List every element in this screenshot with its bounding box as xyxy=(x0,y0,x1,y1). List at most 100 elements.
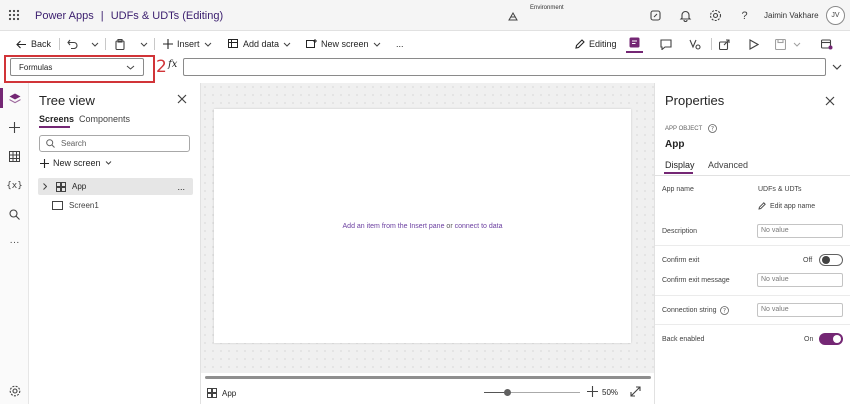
editing-mode-button[interactable]: Editing xyxy=(575,36,617,52)
share-icon[interactable] xyxy=(719,36,730,52)
save-icon[interactable] xyxy=(775,36,786,52)
arrow-left-icon xyxy=(16,40,27,49)
copilot-icon[interactable] xyxy=(649,9,662,22)
zoom-in-icon[interactable] xyxy=(587,386,598,397)
divider xyxy=(154,38,155,50)
tree-view-icon[interactable] xyxy=(8,92,21,105)
fit-to-window-icon[interactable] xyxy=(630,386,641,397)
confirm-exit-message-input[interactable]: No value xyxy=(757,273,843,287)
notifications-icon[interactable] xyxy=(679,9,692,22)
divider xyxy=(59,38,60,50)
publish-icon[interactable] xyxy=(821,36,833,52)
top-bar: Power Apps | UDFs & UDTs (Editing) Envir… xyxy=(0,0,850,31)
pencil-icon xyxy=(758,202,766,210)
chevron-down-icon xyxy=(283,42,291,47)
description-input[interactable]: No value xyxy=(757,224,843,238)
chevron-right-icon[interactable] xyxy=(42,183,48,190)
tree-item-label: Screen1 xyxy=(69,201,99,210)
tree-item-label: App xyxy=(72,182,87,191)
divider xyxy=(711,38,712,50)
new-screen-icon xyxy=(306,39,317,49)
product-name[interactable]: Power Apps xyxy=(35,10,94,22)
tab-advanced[interactable]: Advanced xyxy=(708,160,748,170)
divider xyxy=(655,295,850,296)
app-checker-icon[interactable] xyxy=(689,36,701,52)
more-options-button[interactable]: ... xyxy=(177,182,185,192)
chevron-down-icon[interactable] xyxy=(91,36,99,52)
play-icon[interactable] xyxy=(749,36,759,52)
chevron-down-icon[interactable] xyxy=(140,36,148,52)
user-name[interactable]: Jaimin Vakhare xyxy=(764,11,819,20)
environment-icon[interactable] xyxy=(508,11,518,21)
search-icon[interactable] xyxy=(8,208,21,221)
confirm-exit-toggle[interactable] xyxy=(819,254,843,266)
help-icon[interactable]: ? xyxy=(720,306,730,315)
more-commands-button[interactable]: ... xyxy=(396,36,404,52)
add-data-button[interactable]: Add data xyxy=(228,36,291,52)
edit-app-name-button[interactable]: Edit app name xyxy=(758,202,815,210)
formula-input[interactable] xyxy=(183,58,826,76)
tab-display[interactable]: Display xyxy=(665,160,695,170)
divider xyxy=(655,175,850,176)
help-icon[interactable]: ? xyxy=(708,124,718,133)
close-icon[interactable] xyxy=(825,96,835,106)
insert-icon[interactable] xyxy=(8,121,21,134)
chevron-down-icon xyxy=(105,161,112,165)
hint-connect-link[interactable]: connect to data xyxy=(455,223,503,230)
command-bar: Back Insert Add data New screen ... Edit… xyxy=(0,32,850,56)
annotation-number-2: 2 xyxy=(156,57,167,77)
search-icon xyxy=(46,139,55,148)
table-add-icon xyxy=(228,39,239,49)
hint-insert-link[interactable]: Add an item from the Insert pane xyxy=(343,223,445,230)
annotation-box-formulas xyxy=(4,55,155,83)
tree-view-pane xyxy=(29,83,201,404)
document-title: UDFs & UDTs (Editing) xyxy=(110,10,224,22)
zoom-slider-thumb[interactable] xyxy=(504,389,511,396)
selected-control-label: App xyxy=(222,388,237,398)
close-icon[interactable] xyxy=(177,94,187,104)
tab-components[interactable]: Components xyxy=(79,114,130,124)
plus-icon xyxy=(163,39,173,49)
screen-icon xyxy=(52,201,63,210)
zoom-out-button[interactable] xyxy=(484,392,506,393)
settings-icon[interactable] xyxy=(8,384,21,397)
tree-item-screen1[interactable]: Screen1 xyxy=(52,201,99,210)
hint-or: or xyxy=(446,223,453,230)
new-screen-label: New screen xyxy=(53,158,101,168)
view-mode-icon[interactable] xyxy=(626,34,643,53)
data-icon[interactable] xyxy=(8,150,21,163)
back-button[interactable]: Back xyxy=(16,36,51,52)
selected-control-indicator[interactable]: App xyxy=(207,388,236,398)
toggle-knob xyxy=(833,335,841,343)
search-placeholder: Search xyxy=(61,139,87,148)
new-screen-button[interactable]: New screen xyxy=(40,158,112,168)
new-screen-button[interactable]: New screen xyxy=(306,36,381,52)
confirm-exit-state: Off xyxy=(803,257,813,264)
active-tab-indicator xyxy=(664,172,693,174)
search-input[interactable]: Search xyxy=(39,135,190,152)
connection-string-input[interactable]: No value xyxy=(757,303,843,317)
description-label: Description xyxy=(662,228,698,235)
horizontal-scrollbar[interactable] xyxy=(205,376,651,379)
zoom-slider-track[interactable] xyxy=(508,392,580,393)
undo-icon[interactable] xyxy=(67,36,78,52)
insert-button[interactable]: Insert xyxy=(163,36,212,52)
variables-icon[interactable]: {x} xyxy=(6,179,22,192)
tab-screens[interactable]: Screens xyxy=(39,114,74,124)
avatar[interactable]: JV xyxy=(826,6,845,25)
app-launcher-icon[interactable] xyxy=(8,9,20,21)
tree-item-app[interactable]: App ... xyxy=(38,178,193,195)
clipboard-icon[interactable] xyxy=(115,36,125,52)
object-name: App xyxy=(665,139,685,150)
comments-icon[interactable] xyxy=(660,36,672,52)
settings-icon[interactable] xyxy=(709,9,722,22)
edit-app-name-label: Edit app name xyxy=(770,202,816,210)
environment-label[interactable]: Environment xyxy=(530,5,564,11)
back-enabled-toggle[interactable] xyxy=(819,333,843,345)
more-icon[interactable]: ··· xyxy=(8,236,21,249)
pencil-icon xyxy=(575,39,585,49)
chevron-down-icon[interactable] xyxy=(832,62,842,72)
help-icon[interactable]: ? xyxy=(738,9,751,22)
tree-view-title: Tree view xyxy=(39,93,95,108)
chevron-down-icon[interactable] xyxy=(793,36,801,52)
